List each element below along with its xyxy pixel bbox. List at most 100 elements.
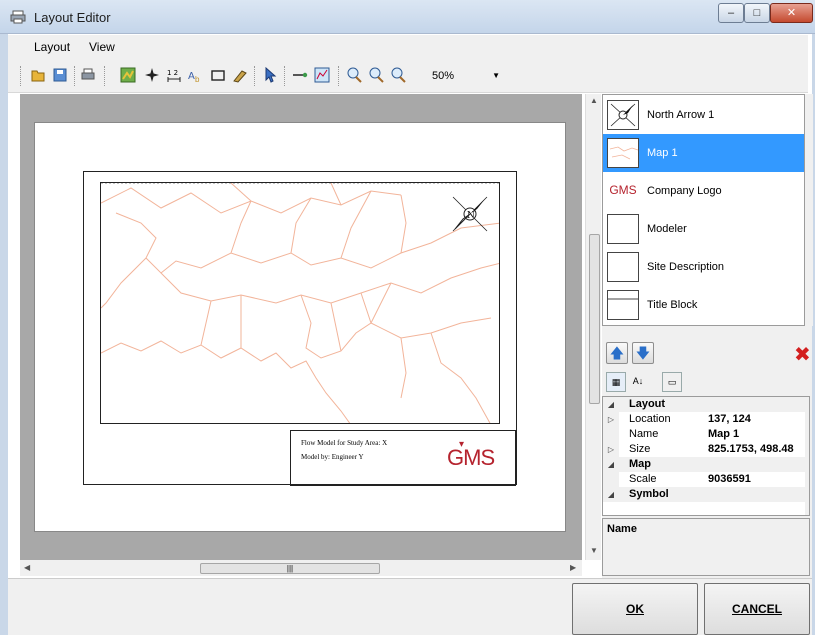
property-row[interactable]: ▷ Size 825.1753, 498.48: [603, 442, 809, 457]
row-gutter: [603, 472, 619, 487]
collapse-icon[interactable]: ◢: [603, 397, 619, 412]
scroll-left-icon[interactable]: ◀: [24, 563, 30, 572]
save-icon[interactable]: [52, 67, 68, 83]
scroll-up-icon[interactable]: ▲: [590, 96, 598, 105]
property-grid-scrollbar[interactable]: [805, 397, 809, 515]
layout-page: N Flow Model for Study Area: X Model by:…: [34, 122, 566, 532]
map-frame[interactable]: N Flow Model for Study Area: X Model by:…: [83, 171, 517, 486]
category-label: Symbol: [629, 488, 669, 500]
chevron-down-icon: ▼: [492, 71, 500, 80]
property-key: Scale: [629, 473, 657, 485]
map-thumb: [607, 138, 639, 168]
collapse-icon[interactable]: ◢: [603, 457, 619, 472]
scroll-down-icon[interactable]: ▼: [590, 546, 598, 555]
logo-check-icon: ▾: [459, 439, 464, 450]
text-box-thumb: [607, 214, 639, 244]
property-category[interactable]: ◢ Map: [603, 457, 809, 472]
layer-label: Map 1: [647, 147, 678, 159]
insert-north-arrow-icon[interactable]: [144, 67, 160, 83]
canvas-vertical-scrollbar[interactable]: ▲ ▼: [585, 94, 601, 560]
zoom-extents-icon[interactable]: [390, 67, 406, 83]
property-value[interactable]: Map 1: [708, 428, 739, 440]
zoom-select[interactable]: 50% ▼: [428, 66, 506, 86]
layer-list-scrollbar[interactable]: [805, 94, 813, 326]
categorized-icon[interactable]: ▦: [606, 372, 626, 392]
property-row[interactable]: Scale 9036591: [603, 472, 809, 487]
layout-canvas[interactable]: N Flow Model for Study Area: X Model by:…: [20, 94, 582, 560]
right-panel: North Arrow 1 Map 1 GMS Company Logo Mod…: [602, 94, 813, 578]
menu-view[interactable]: View: [89, 40, 115, 54]
layer-label: Site Description: [647, 261, 725, 273]
title-block-study-area: Flow Model for Study Area: X: [301, 439, 388, 447]
close-button[interactable]: ✕: [770, 3, 813, 23]
title-bar: Layout Editor – □ ✕: [0, 0, 815, 34]
company-logo: ▾ GMS: [447, 439, 495, 471]
insert-rectangle-icon[interactable]: [210, 67, 226, 83]
property-value[interactable]: 137, 124: [708, 413, 751, 425]
expand-icon[interactable]: ▷: [603, 442, 619, 457]
menu-layout[interactable]: Layout: [34, 40, 70, 54]
cancel-button[interactable]: CANCEL: [704, 583, 810, 635]
canvas-horizontal-scrollbar[interactable]: ◀ ||| ▶: [20, 560, 582, 576]
property-grid: ◢ Layout ▷ Location 137, 124 Name Map 1 …: [602, 396, 810, 516]
list-item[interactable]: Map 1: [603, 134, 804, 172]
scroll-right-icon[interactable]: ▶: [570, 563, 576, 572]
insert-picture-icon[interactable]: [232, 67, 248, 83]
map-view[interactable]: N: [100, 182, 500, 424]
layer-label: Title Block: [647, 299, 698, 311]
connect-icon[interactable]: [292, 67, 308, 83]
list-item[interactable]: GMS Company Logo: [603, 172, 804, 210]
menu-bar: Layout View: [8, 35, 808, 59]
toolbar-separator: [104, 66, 105, 86]
property-value[interactable]: 9036591: [708, 473, 751, 485]
cancel-label: CANCEL: [732, 602, 782, 616]
scroll-thumb[interactable]: [589, 234, 600, 404]
alphabetical-icon[interactable]: A↓: [628, 372, 648, 392]
toolbar-separator: [254, 66, 255, 86]
chart-icon[interactable]: [314, 67, 330, 83]
layer-label: Company Logo: [647, 185, 722, 197]
svg-text:A: A: [188, 71, 195, 82]
window-title: Layout Editor: [34, 10, 111, 25]
toolbar-grip: [20, 66, 21, 86]
ok-button[interactable]: OK: [572, 583, 698, 635]
property-category[interactable]: ◢ Symbol: [603, 487, 809, 502]
property-row[interactable]: ▷ Location 137, 124: [603, 412, 809, 427]
zoom-in-icon[interactable]: [346, 67, 362, 83]
svg-text:1 2: 1 2: [167, 69, 178, 77]
minimize-button[interactable]: –: [718, 3, 744, 23]
list-item[interactable]: Modeler: [603, 210, 804, 248]
gms-logo-icon: GMS: [607, 176, 639, 206]
list-item[interactable]: North Arrow 1: [603, 96, 804, 134]
maximize-button[interactable]: □: [744, 3, 770, 23]
insert-map-icon[interactable]: [120, 67, 136, 83]
open-icon[interactable]: [30, 67, 46, 83]
delete-button[interactable]: ✖: [794, 342, 811, 367]
select-pointer-icon[interactable]: [262, 67, 278, 83]
move-down-button[interactable]: 🡇: [632, 342, 654, 364]
property-row[interactable]: Name Map 1: [603, 427, 809, 442]
title-block[interactable]: Flow Model for Study Area: X Model by: E…: [290, 430, 516, 486]
insert-scale-icon[interactable]: 1 2: [166, 67, 182, 83]
layer-label: North Arrow 1: [647, 109, 715, 121]
list-item[interactable]: Title Block: [603, 286, 804, 324]
property-key: Name: [629, 428, 659, 440]
toolbar-separator: [338, 66, 339, 86]
scroll-thumb[interactable]: |||: [200, 563, 380, 574]
print-icon[interactable]: [80, 67, 96, 83]
expand-icon[interactable]: ▷: [603, 412, 619, 427]
layer-list[interactable]: North Arrow 1 Map 1 GMS Company Logo Mod…: [602, 94, 805, 326]
move-up-button[interactable]: 🡅: [606, 342, 628, 364]
property-category[interactable]: ◢ Layout: [603, 397, 809, 412]
list-item[interactable]: Site Description: [603, 248, 804, 286]
insert-text-icon[interactable]: Ab: [188, 67, 204, 83]
row-gutter: [603, 427, 619, 442]
north-arrow-icon: N: [452, 196, 488, 232]
text-box-thumb: [607, 252, 639, 282]
zoom-out-icon[interactable]: [368, 67, 384, 83]
property-value[interactable]: 825.1753, 498.48: [708, 443, 794, 455]
logo-text: GMS: [447, 445, 495, 470]
property-pages-icon[interactable]: ▭: [662, 372, 682, 392]
window-border-left: [0, 34, 8, 635]
collapse-icon[interactable]: ◢: [603, 487, 619, 502]
